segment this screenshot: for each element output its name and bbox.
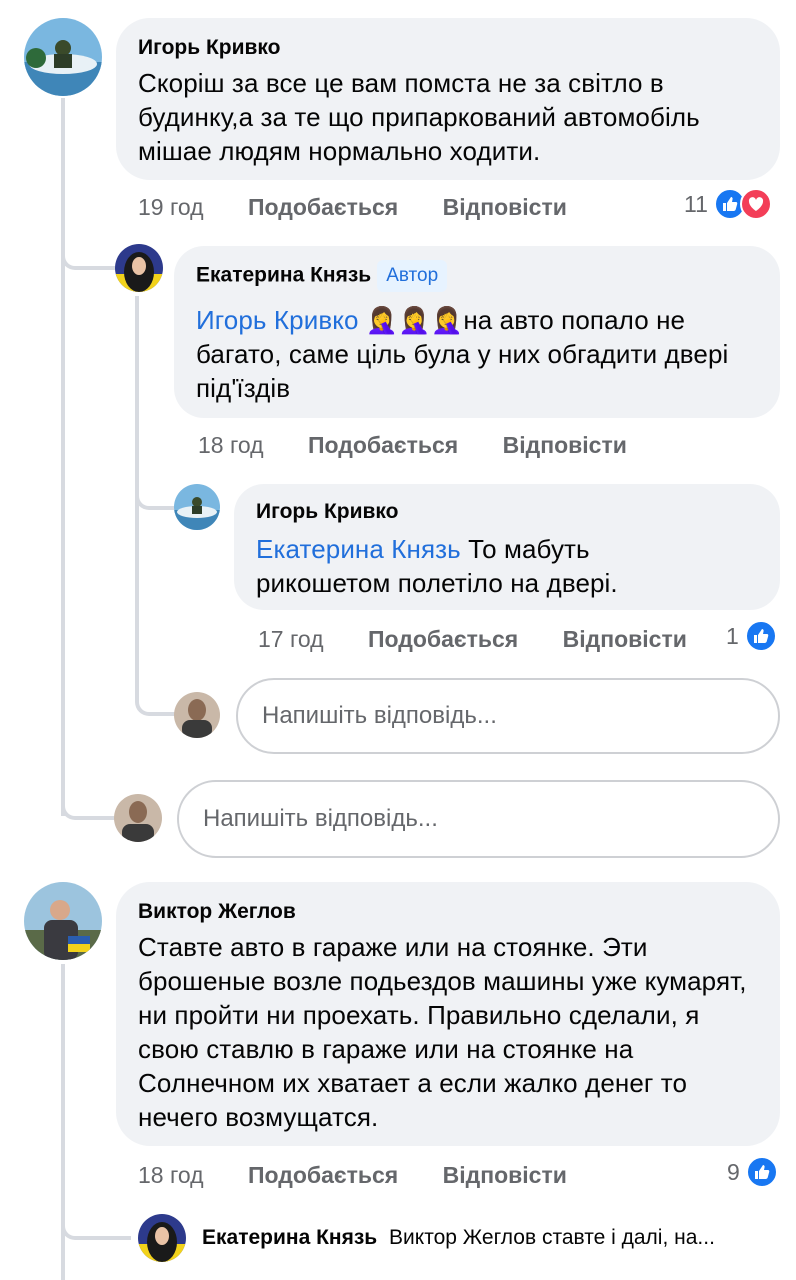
reply-input-placeholder: Напишіть відповідь... (203, 805, 438, 832)
reply-author-name[interactable]: Екатерина Князь (196, 264, 371, 287)
mention-link[interactable]: Екатерина Князь (256, 534, 461, 564)
reply-author: Екатерина Князь Автор (196, 260, 448, 292)
thread-line (61, 98, 65, 816)
reply-actions: 17 год Подобається Відповісти (258, 626, 687, 653)
reactions[interactable]: 9 (727, 1156, 778, 1188)
reaction-count: 11 (684, 190, 708, 217)
reply-time[interactable]: 17 год (258, 626, 324, 653)
like-button[interactable]: Подобається (308, 432, 458, 459)
comment-author[interactable]: Виктор Жеглов (138, 900, 296, 924)
avatar[interactable] (138, 1214, 186, 1262)
reply-preview-text: Виктор Жеглов ставте і далі, на... (389, 1226, 715, 1249)
reply-time[interactable]: 18 год (198, 432, 264, 459)
reactions[interactable]: 11 (684, 188, 772, 220)
reply-preview[interactable]: Екатерина Князь Виктор Жеглов ставте і д… (202, 1226, 715, 1250)
mention-link[interactable]: Игорь Кривко (196, 305, 359, 335)
avatar[interactable] (24, 882, 102, 960)
comment-time[interactable]: 19 год (138, 194, 204, 221)
reaction-count: 9 (727, 1158, 740, 1185)
reply-bubble: Игорь Кривко Екатерина Князь То мабуть р… (234, 484, 780, 610)
comment-actions: 18 год Подобається Відповісти (138, 1162, 567, 1189)
avatar[interactable] (174, 484, 220, 530)
like-button[interactable]: Подобається (368, 626, 518, 653)
thread-connector (135, 686, 175, 716)
comment-text: Скоріш за все це вам помста не за світло… (138, 68, 700, 166)
emoji: 🤦‍♀️🤦‍♀️🤦‍♀️ (365, 305, 464, 335)
avatar[interactable] (24, 18, 102, 96)
comment-author[interactable]: Игорь Кривко (138, 36, 281, 60)
thread-connector (61, 1200, 131, 1240)
thread-connector (61, 786, 117, 820)
like-button[interactable]: Подобається (248, 1162, 398, 1189)
reply-button[interactable]: Відповісти (563, 626, 687, 653)
thread-connector (135, 486, 175, 510)
comment-text: Ставте авто в гараже или на стоянке. Эти… (138, 932, 747, 1132)
avatar[interactable] (115, 244, 163, 292)
reply-author[interactable]: Игорь Кривко (256, 500, 399, 524)
comment-time[interactable]: 18 год (138, 1162, 204, 1189)
like-reaction-icon (745, 1156, 778, 1188)
comment-bubble: Игорь Кривко Скоріш за все це вам помста… (116, 18, 780, 180)
reply-button[interactable]: Відповісти (503, 432, 627, 459)
author-badge: Автор (377, 260, 448, 292)
reply-text: Екатерина Князь То мабуть рикошетом поле… (256, 532, 706, 600)
reply-button[interactable]: Відповісти (443, 194, 567, 221)
love-reaction-icon (739, 188, 772, 220)
reply-actions: 18 год Подобається Відповісти (198, 432, 627, 459)
reaction-count: 1 (726, 622, 739, 649)
reply-button[interactable]: Відповісти (443, 1162, 567, 1189)
current-user-avatar (114, 794, 162, 842)
reactions[interactable]: 1 (726, 620, 777, 652)
comment-actions: 19 год Подобається Відповісти (138, 194, 567, 221)
like-reaction-icon (744, 620, 777, 652)
reply-bubble: Екатерина Князь Автор Игорь Кривко 🤦‍♀️🤦‍… (174, 246, 780, 418)
reply-text: Игорь Кривко 🤦‍♀️🤦‍♀️🤦‍♀️на авто попало … (196, 303, 772, 405)
like-button[interactable]: Подобається (248, 194, 398, 221)
reply-input-placeholder: Напишіть відповідь... (262, 702, 497, 729)
reply-preview-author: Екатерина Князь (202, 1226, 378, 1249)
thread-connector (61, 240, 117, 270)
current-user-avatar (174, 692, 220, 738)
reply-input[interactable]: Напишіть відповідь... (236, 678, 780, 754)
comment-bubble: Виктор Жеглов Ставте авто в гараже или н… (116, 882, 780, 1146)
reply-input[interactable]: Напишіть відповідь... (177, 780, 780, 858)
